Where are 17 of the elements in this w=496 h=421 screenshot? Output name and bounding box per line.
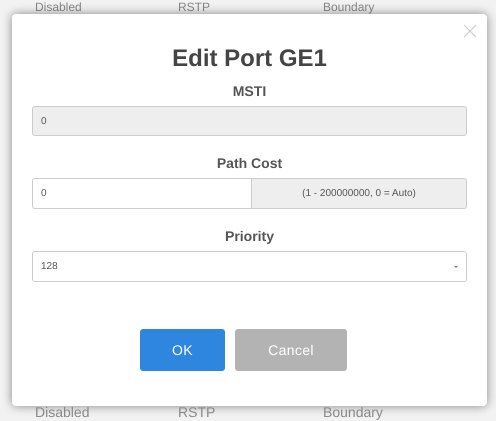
ok-button[interactable]: OK [140, 329, 225, 371]
table-cell-text: RSTP [178, 0, 212, 14]
table-cell-text: Boundary [323, 404, 384, 420]
table-cell-text: Disabled [34, 0, 83, 14]
table-cell-text: Disabled [34, 404, 90, 420]
field-label: MSTI [232, 82, 268, 100]
input-field[interactable]: 0 [32, 178, 252, 209]
close-icon[interactable] [463, 24, 477, 38]
dialog-title: Edit Port GE1 [171, 44, 328, 74]
table-cell-text: Boundary [323, 0, 376, 14]
field-label: Priority [224, 227, 275, 245]
select-field[interactable]: 128 [32, 251, 467, 282]
input-field[interactable]: 0 [32, 106, 467, 136]
table-cell-text: RSTP [178, 404, 216, 420]
field-label: Path Cost [216, 154, 284, 172]
input-addon: (1 - 200000000, 0 = Auto) [252, 178, 467, 209]
caret-icon [454, 264, 458, 268]
